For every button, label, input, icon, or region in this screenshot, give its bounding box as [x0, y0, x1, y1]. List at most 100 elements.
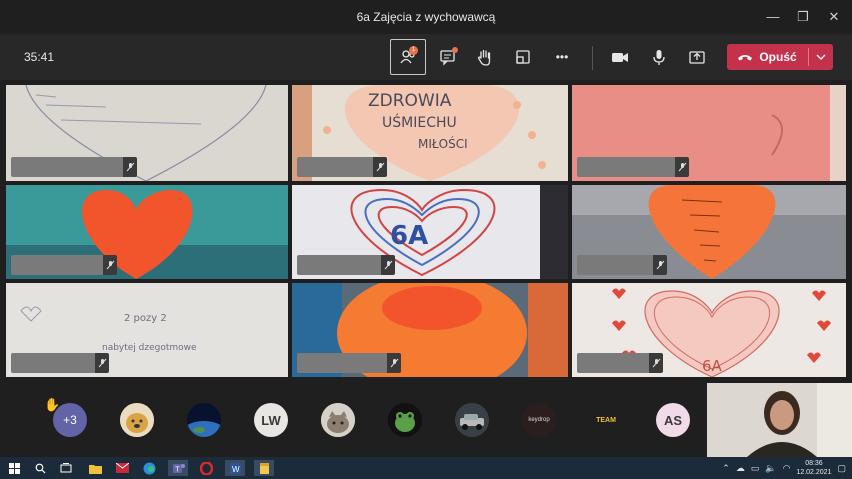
leave-button[interactable]: Opuść: [727, 44, 807, 70]
note-line-1: 2 pozy 2: [124, 313, 167, 324]
participants-button[interactable]: 1: [390, 39, 426, 75]
windows-taskbar: T W ⌃ ☁ ▭ 🔈 ◠ 08:36 12.02.2021 ▢: [0, 457, 852, 479]
notes-app-icon[interactable]: [254, 460, 274, 476]
teams-meeting-window: 6a Zajęcia z wychowawcą — ❐ ✕ 35:41 1 ••…: [0, 0, 852, 479]
earth-avatar[interactable]: [187, 403, 221, 437]
leave-label: Opuść: [759, 50, 797, 64]
leave-button-group: Opuść: [727, 44, 833, 70]
word-app-icon[interactable]: W: [225, 460, 245, 476]
task-view-icon[interactable]: [58, 460, 74, 476]
video-tile-3[interactable]: [572, 85, 846, 181]
meeting-timer: 35:41: [24, 50, 55, 64]
participant-name-bar: [577, 353, 663, 373]
self-view-person: [707, 383, 852, 457]
participant-name-bar: [11, 157, 137, 177]
participant-name-bar: [297, 157, 387, 177]
taskbar-clock[interactable]: 08:36 12.02.2021: [796, 459, 831, 477]
cat-avatar[interactable]: [321, 403, 355, 437]
opera-browser-icon[interactable]: [198, 460, 214, 476]
initials-avatar-lw[interactable]: LW: [254, 403, 288, 437]
doge-avatar[interactable]: [120, 403, 154, 437]
keydrop-avatar[interactable]: keydrop: [522, 403, 556, 437]
edge-browser-icon[interactable]: [141, 460, 157, 476]
participants-badge: 1: [409, 46, 418, 55]
hang-up-icon: [738, 55, 753, 61]
mic-muted-icon: [390, 358, 398, 368]
note-line-2: nabytej dzegotmowe: [102, 343, 197, 353]
microphone-button[interactable]: [641, 39, 677, 75]
notifications-icon[interactable]: ▢: [837, 463, 846, 474]
mic-muted-icon: [678, 162, 686, 172]
drawing-class-label-2: 6A: [702, 357, 722, 375]
initials-avatar-as[interactable]: AS: [656, 403, 690, 437]
mic-muted-icon: [652, 358, 660, 368]
mail-icon[interactable]: [114, 460, 130, 476]
svg-text:W: W: [232, 465, 240, 474]
chat-button[interactable]: [430, 39, 466, 75]
raise-hand-button[interactable]: [467, 39, 503, 75]
video-tile-6[interactable]: [572, 185, 846, 279]
team-logo-avatar[interactable]: TEAM: [589, 403, 623, 437]
maximize-button[interactable]: ❐: [792, 7, 814, 27]
video-tile-7[interactable]: 2 pozy 2 nabytej dzegotmowe: [6, 283, 288, 377]
frog-icon: [388, 403, 422, 437]
microphone-icon: [653, 50, 665, 65]
share-screen-button[interactable]: [679, 39, 715, 75]
sign-line-1: ZDROWIA: [368, 91, 452, 111]
chat-unread-dot: [452, 47, 458, 53]
mic-muted-icon: [126, 162, 134, 172]
teams-app-icon[interactable]: T: [168, 460, 188, 476]
clock-date: 12.02.2021: [796, 469, 832, 476]
cat-icon: [321, 403, 355, 437]
leave-options-button[interactable]: [809, 44, 833, 70]
hand-icon: [477, 49, 491, 66]
chevron-down-icon: [816, 54, 826, 60]
cloud-icon[interactable]: ☁: [736, 463, 745, 474]
video-tile-9[interactable]: 6A: [572, 283, 846, 377]
video-tile-5[interactable]: 6A: [292, 185, 568, 279]
search-icon[interactable]: [32, 460, 48, 476]
rooms-icon: [516, 50, 530, 64]
video-tile-8[interactable]: [292, 283, 568, 377]
more-participants-avatar[interactable]: +3: [53, 403, 87, 437]
svg-text:T: T: [175, 466, 180, 473]
file-explorer-icon[interactable]: [87, 460, 103, 476]
car-icon: [455, 403, 489, 437]
meeting-toolbar: 35:41 1 ••• Opuść: [0, 34, 852, 80]
participant-name-bar: [11, 255, 117, 275]
video-tile-1[interactable]: [6, 85, 288, 181]
mic-muted-icon: [106, 260, 114, 270]
mic-muted-icon: [376, 162, 384, 172]
close-button[interactable]: ✕: [823, 7, 845, 27]
wifi-icon[interactable]: ◠: [783, 463, 791, 474]
toolbar-divider: [592, 46, 593, 70]
self-view-video[interactable]: [707, 383, 852, 457]
dog-icon: [120, 403, 154, 437]
sign-line-3: MIŁOŚCI: [418, 137, 468, 151]
drawing-class-label: 6A: [390, 221, 429, 251]
video-tile-2[interactable]: ZDROWIA UŚMIECHU MIŁOŚCI: [292, 85, 568, 181]
chevron-up-icon[interactable]: ⌃: [722, 463, 730, 474]
participant-name-bar: [577, 157, 689, 177]
mic-muted-icon: [384, 260, 392, 270]
mic-muted-icon: [98, 358, 106, 368]
minimize-button[interactable]: —: [762, 7, 784, 27]
clock-time: 08:36: [805, 460, 823, 467]
frog-avatar[interactable]: [388, 403, 422, 437]
car-avatar[interactable]: [455, 403, 489, 437]
sign-line-2: UŚMIECHU: [382, 115, 457, 131]
participant-name-bar: [11, 353, 109, 373]
more-actions-button[interactable]: •••: [544, 39, 580, 75]
camera-icon: [612, 53, 628, 62]
participant-name-bar: [297, 353, 401, 373]
windows-start-icon[interactable]: [6, 460, 22, 476]
volume-icon[interactable]: 🔈: [765, 463, 776, 474]
participant-name-bar: [577, 255, 667, 275]
camera-button[interactable]: [602, 39, 638, 75]
video-tile-4[interactable]: [6, 185, 288, 279]
earth-icon: [187, 403, 221, 437]
title-bar: 6a Zajęcia z wychowawcą — ❐ ✕: [0, 0, 852, 34]
window-title: 6a Zajęcia z wychowawcą: [356, 10, 496, 24]
network-icon[interactable]: ▭: [751, 463, 760, 474]
breakout-rooms-button[interactable]: [505, 39, 541, 75]
